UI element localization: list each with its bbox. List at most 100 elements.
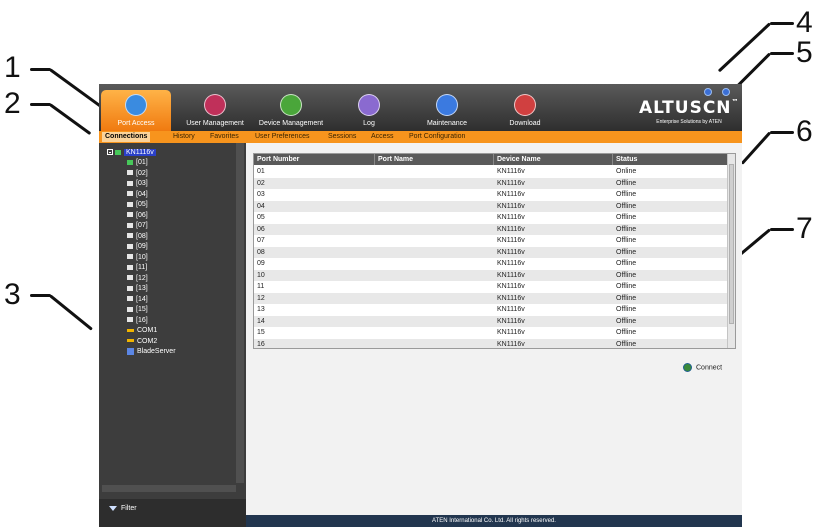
table-row[interactable]: 01 KN1116v Online — [254, 166, 727, 178]
tree-blade-server[interactable]: BladeServer — [127, 347, 176, 357]
callout-6-leader-diag — [740, 131, 772, 165]
port-table: Port Number Port Name Device Name Status… — [253, 153, 736, 349]
user-info-icon[interactable] — [704, 88, 712, 96]
tree-port-10[interactable]: [10] — [127, 253, 148, 263]
subtab-access[interactable]: Access — [368, 132, 397, 142]
brand-trademark: ™ — [731, 98, 740, 106]
table-row[interactable]: 07 KN1116v Offline — [254, 235, 727, 247]
cell-port-number: 10 — [257, 271, 265, 279]
cell-port-number: 15 — [257, 329, 265, 336]
table-row[interactable]: 14 KN1116v Offline — [254, 315, 727, 327]
tree-com2[interactable]: COM2 — [127, 337, 157, 347]
footer-copyright: ATEN International Co. Ltd. All rights r… — [432, 518, 556, 524]
tree-com-label: COM1 — [137, 327, 158, 334]
port-icon — [127, 212, 133, 218]
cell-port-number: 16 — [257, 340, 265, 348]
tab-download[interactable]: Download — [485, 90, 565, 131]
tree-port-16[interactable]: [16] — [127, 316, 148, 326]
port-icon — [127, 159, 133, 165]
tree-port-label: [11] — [136, 264, 148, 271]
tree-port-07[interactable]: [07] — [127, 221, 148, 231]
tree-port-06[interactable]: [06] — [127, 211, 148, 221]
column-header-port-name[interactable]: Port Name — [375, 154, 494, 165]
cell-port-number: 13 — [257, 306, 265, 313]
table-row[interactable]: 09 KN1116v Offline — [254, 258, 727, 270]
column-header-port-number[interactable]: Port Number — [254, 154, 375, 165]
port-icon — [127, 264, 133, 270]
table-row[interactable]: 02 KN1116v Offline — [254, 177, 727, 189]
collapse-icon[interactable] — [107, 149, 113, 156]
tree-root[interactable]: KN1116v — [107, 148, 156, 158]
cell-status: Offline — [616, 329, 637, 336]
port-icon — [127, 191, 133, 197]
subtab-port-configuration[interactable]: Port Configuration — [406, 132, 468, 142]
cell-status: Offline — [616, 340, 637, 348]
tree-com1[interactable]: COM1 — [127, 326, 157, 336]
cell-status: Offline — [616, 260, 637, 267]
tab-device-management[interactable]: Device Management — [251, 90, 331, 131]
column-header-device-name[interactable]: Device Name — [494, 154, 613, 165]
port-icon — [127, 243, 133, 249]
table-vertical-scrollbar[interactable] — [727, 154, 735, 348]
tree-port-01[interactable]: [01] — [127, 158, 148, 168]
callout-4-leader — [770, 22, 794, 25]
cell-status: Offline — [616, 214, 637, 221]
cell-device-name: KN1116v — [497, 202, 525, 210]
table-row[interactable]: 05 KN1116v Offline — [254, 212, 727, 224]
tree-port-label: [09] — [136, 243, 148, 250]
filter-bar[interactable]: Filter — [99, 499, 246, 527]
tree-port-13[interactable]: [13] — [127, 284, 148, 294]
tree-port-14[interactable]: [14] — [127, 295, 148, 305]
table-scroll-thumb[interactable] — [729, 164, 734, 324]
tab-maintenance[interactable]: Maintenance — [407, 90, 487, 131]
port-icon — [127, 233, 133, 239]
subtab-history[interactable]: History — [170, 132, 198, 142]
table-row[interactable]: 03 KN1116v Offline — [254, 189, 727, 201]
table-row[interactable]: 08 KN1116v Offline — [254, 246, 727, 258]
tree-port-15[interactable]: [15] — [127, 305, 148, 315]
subtab-sessions[interactable]: Sessions — [325, 132, 359, 142]
tree-port-11[interactable]: [11] — [127, 263, 147, 273]
cell-status: Offline — [616, 306, 637, 313]
table-row[interactable]: 12 KN1116v Offline — [254, 292, 727, 304]
device-icon — [115, 149, 121, 155]
tab-port-access[interactable]: Port Access — [101, 90, 171, 131]
callout-7-leader — [770, 228, 794, 231]
tree-port-label: [05] — [136, 201, 148, 208]
callout-7: 7 — [796, 212, 813, 245]
tab-user-management[interactable]: User Management — [175, 90, 255, 131]
table-row[interactable]: 13 KN1116v Offline — [254, 304, 727, 316]
port-icon — [127, 222, 133, 228]
serial-port-icon — [127, 339, 134, 343]
tree-port-02[interactable]: [02] — [127, 169, 148, 179]
brand-logo: ALTUSCN™ Enterprise Solutions by ATEN — [639, 98, 739, 125]
tree-port-08[interactable]: [08] — [127, 232, 148, 242]
tab-log[interactable]: Log — [329, 90, 409, 131]
table-row[interactable]: 10 KN1116v Offline — [254, 269, 727, 281]
connect-button[interactable]: Connect — [683, 363, 722, 372]
sidebar-port-tree: KN1116v [01] [02] [03] [04] [05] [06] [0… — [99, 143, 246, 499]
table-row[interactable]: 16 KN1116v Offline — [254, 338, 727, 348]
sidebar-horizontal-scrollbar[interactable] — [102, 485, 236, 492]
cell-status: Offline — [616, 248, 637, 256]
subtab-favorites[interactable]: Favorites — [207, 132, 242, 142]
table-row[interactable]: 11 KN1116v Offline — [254, 281, 727, 293]
logout-icon[interactable] — [722, 88, 730, 96]
tree-blade-label: BladeServer — [137, 348, 176, 355]
tree-port-05[interactable]: [05] — [127, 200, 148, 210]
subtab-user-preferences[interactable]: User Preferences — [252, 132, 312, 142]
tree-port-label: [10] — [136, 253, 148, 261]
table-row[interactable]: 04 KN1116v Offline — [254, 200, 727, 212]
tree-port-12[interactable]: [12] — [127, 274, 148, 284]
table-row[interactable]: 06 KN1116v Offline — [254, 223, 727, 235]
tree-port-03[interactable]: [03] — [127, 179, 148, 189]
cell-port-number: 09 — [257, 260, 265, 267]
callout-3-leader-diag — [49, 294, 93, 331]
sidebar-vertical-scrollbar[interactable] — [236, 143, 244, 483]
column-header-status[interactable]: Status — [613, 154, 727, 165]
tree-port-09[interactable]: [09] — [127, 242, 148, 252]
table-row[interactable]: 15 KN1116v Offline — [254, 327, 727, 339]
cell-status: Offline — [616, 179, 637, 187]
tree-port-04[interactable]: [04] — [127, 190, 148, 200]
subtab-connections[interactable]: Connections — [102, 132, 151, 142]
